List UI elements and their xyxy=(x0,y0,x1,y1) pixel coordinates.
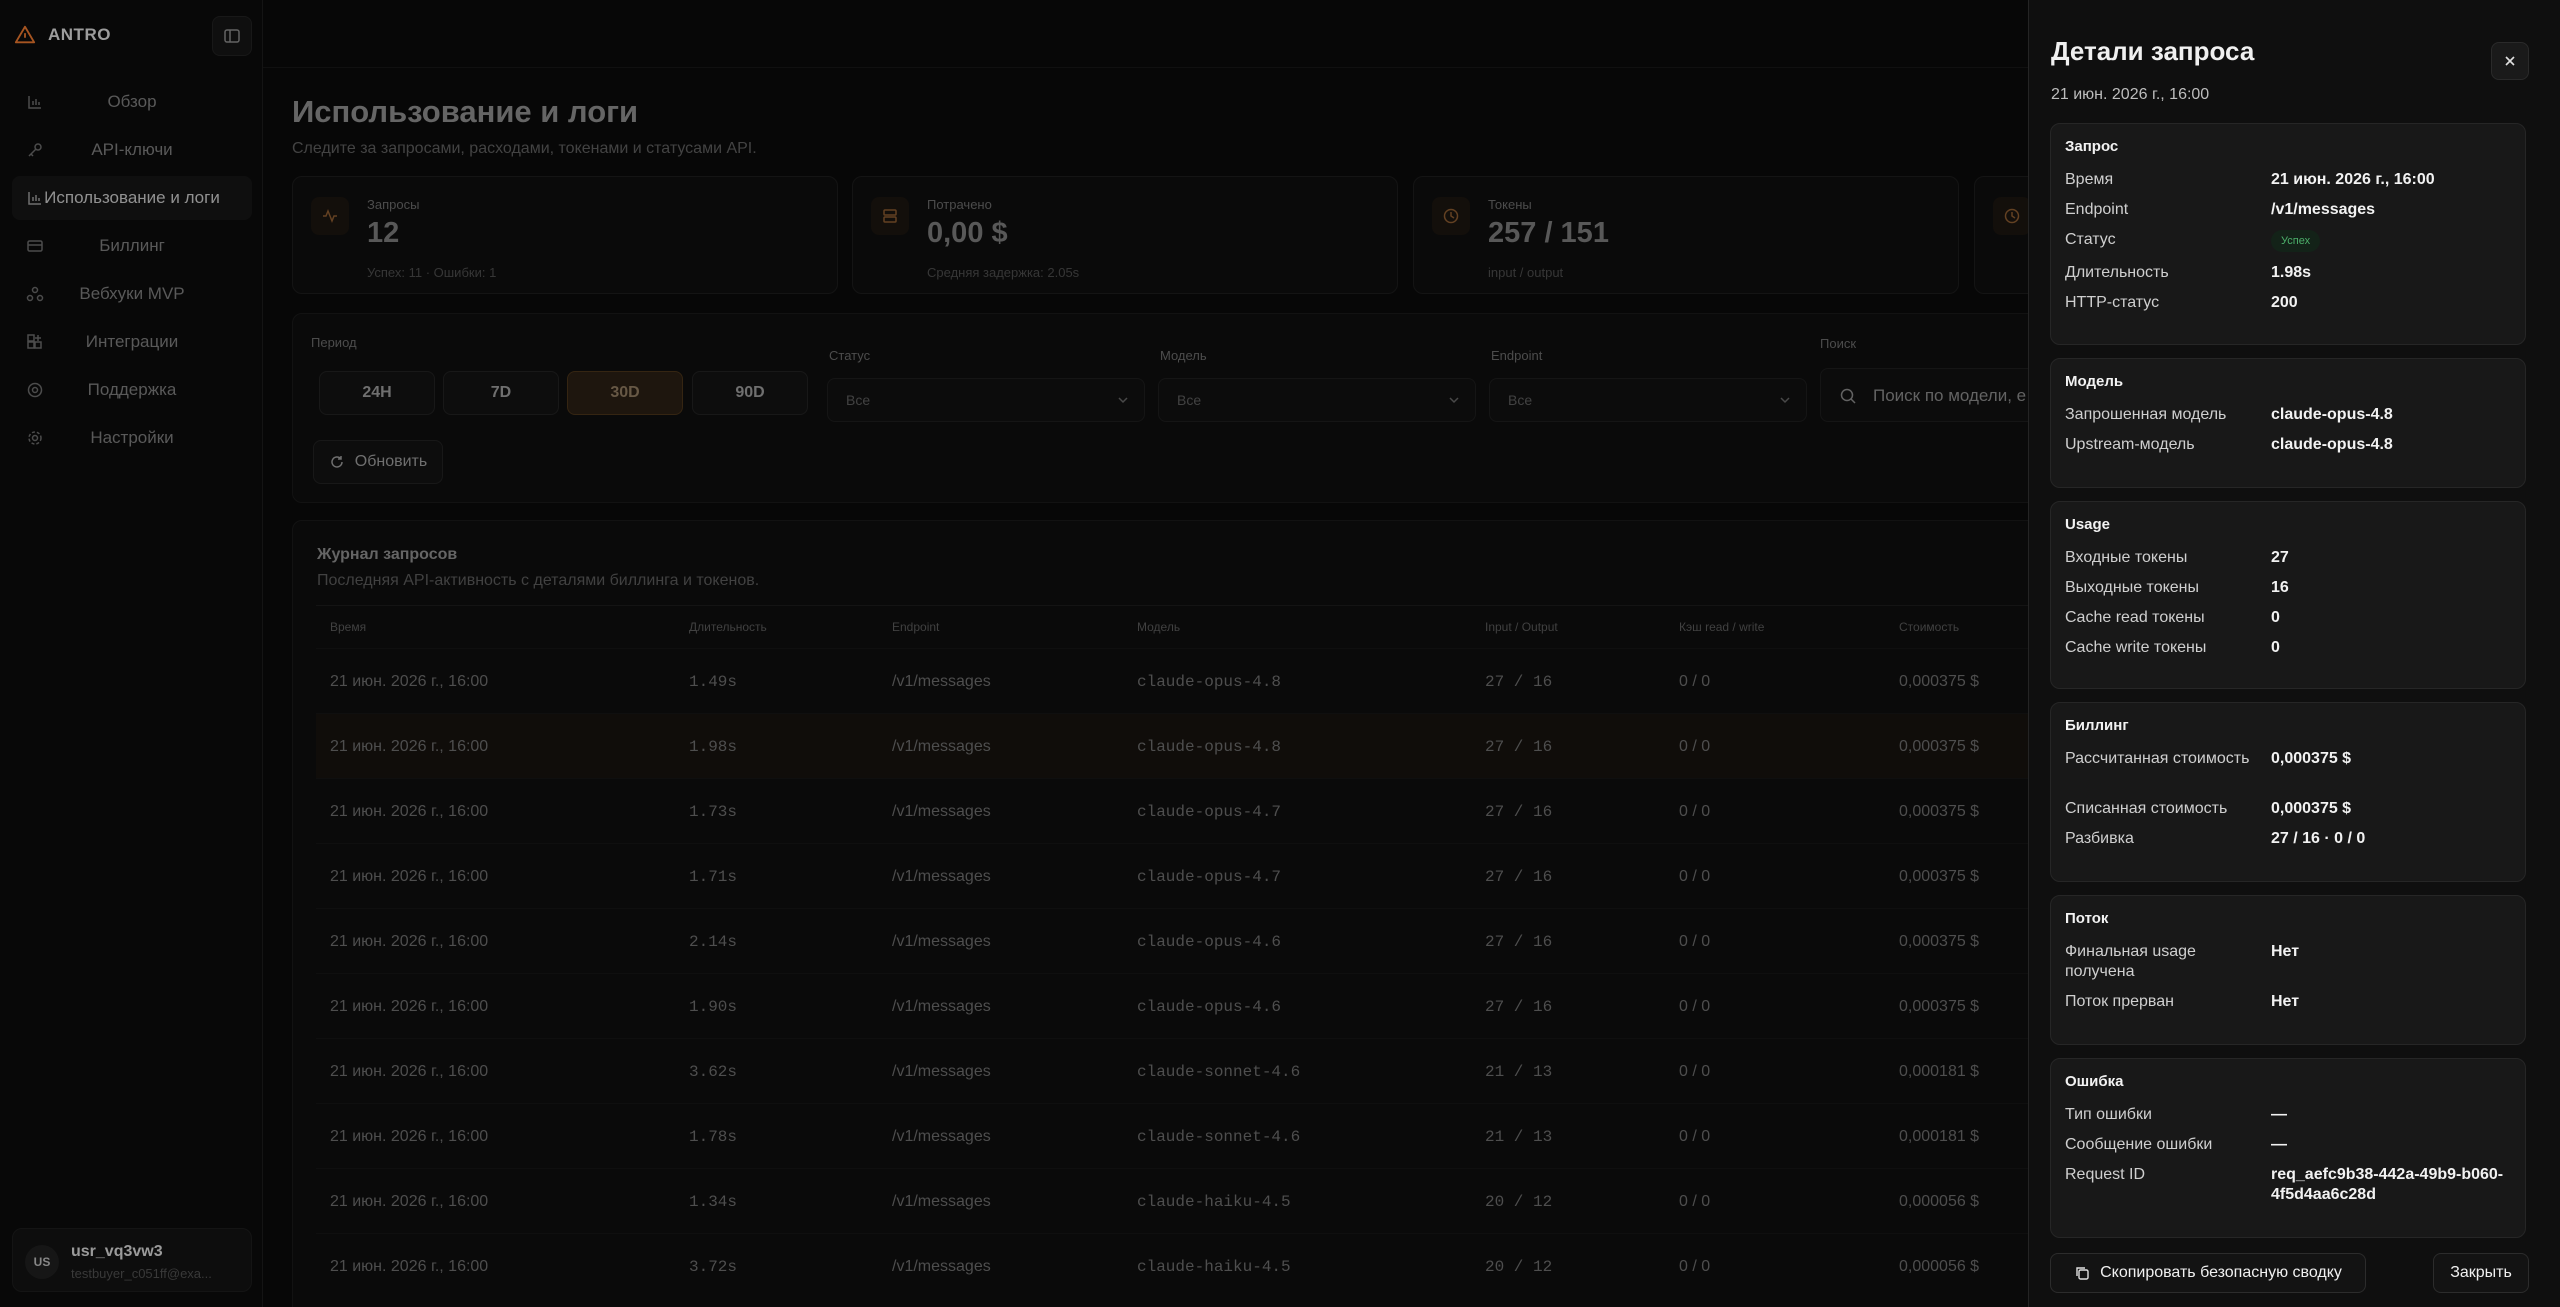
field-label: Endpoint xyxy=(2065,201,2129,218)
section-title: Биллинг xyxy=(2065,717,2129,734)
field-value: 0,000375 $ xyxy=(2271,800,2352,817)
modal-overlay[interactable] xyxy=(0,0,2028,1307)
field-value: 1.98s xyxy=(2271,264,2312,281)
field-label: Рассчитанная стоимость xyxy=(2065,750,2250,767)
field-value: — xyxy=(2271,1106,2287,1123)
field-value: — xyxy=(2271,1136,2287,1153)
field-value: 27 xyxy=(2271,549,2289,566)
field-label: Поток прерван xyxy=(2065,993,2174,1010)
close-icon xyxy=(2505,56,2515,66)
field-label: Выходные токены xyxy=(2065,579,2200,596)
panel-title: Детали запроса xyxy=(2051,36,2255,66)
section-title: Модель xyxy=(2065,373,2124,390)
section-title: Запрос xyxy=(2065,138,2119,155)
field-value: 0 xyxy=(2271,609,2280,626)
field-label: Списанная стоимость xyxy=(2065,800,2228,817)
field-value: claude-opus-4.8 xyxy=(2271,436,2393,453)
field-label: Upstream-модель xyxy=(2065,436,2195,453)
close-button[interactable]: Закрыть xyxy=(2433,1253,2529,1293)
field-label: Статус xyxy=(2065,231,2116,248)
copy-summary-button[interactable]: Скопировать безопасную сводку xyxy=(2050,1253,2366,1293)
field-value: /v1/messages xyxy=(2271,201,2376,218)
field-label: Время xyxy=(2065,171,2114,188)
section-title: Ошибка xyxy=(2065,1073,2124,1090)
field-value: Нет xyxy=(2271,943,2300,960)
status-badge: Успех xyxy=(2271,230,2321,252)
field-value: 16 xyxy=(2271,579,2289,596)
field-label: Входные токены xyxy=(2065,549,2188,566)
field-value: 21 июн. 2026 г., 16:00 xyxy=(2271,171,2435,188)
field-label: Финальная usage получена xyxy=(2065,943,2196,980)
field-label: Cache read токены xyxy=(2065,609,2205,626)
section-billing: Биллинг Рассчитанная стоимость 0,000375 … xyxy=(2050,702,2526,882)
request-details-panel: Детали запроса 21 июн. 2026 г., 16:00 За… xyxy=(2028,0,2560,1307)
section-title: Поток xyxy=(2065,910,2109,927)
field-value: 0 xyxy=(2271,639,2280,656)
section-stream: Поток Финальная usage получена Нет Поток… xyxy=(2050,895,2526,1045)
field-label: Request ID xyxy=(2065,1166,2146,1183)
field-value: 27 / 16 · 0 / 0 xyxy=(2271,830,2366,847)
app-root: ANTRO Обзор API-ключи Использование и ло… xyxy=(0,0,2560,1307)
field-value: 0,000375 $ xyxy=(2271,750,2352,767)
copy-summary-label: Скопировать безопасную сводку xyxy=(2100,1264,2342,1281)
section-title: Usage xyxy=(2065,516,2111,533)
request-id-value: req_aefc9b38-442a-49b9-b060-4f5d4aa6c28d xyxy=(2271,1166,2504,1203)
field-label: Тип ошибки xyxy=(2065,1106,2152,1123)
field-label: Разбивка xyxy=(2065,830,2134,847)
section-usage: Usage Входные токены 27 Выходные токены … xyxy=(2050,501,2526,689)
section-request: Запрос Время 21 июн. 2026 г., 16:00 Endp… xyxy=(2050,123,2526,345)
field-value: 200 xyxy=(2271,294,2298,311)
copy-icon xyxy=(2076,1267,2089,1280)
field-label: HTTP-статус xyxy=(2065,294,2160,311)
panel-date: 21 июн. 2026 г., 16:00 xyxy=(2051,86,2210,103)
close-panel-button[interactable] xyxy=(2491,42,2529,80)
field-value: Нет xyxy=(2271,993,2300,1010)
field-label: Сообщение ошибки xyxy=(2065,1136,2213,1153)
field-label: Cache write токены xyxy=(2065,639,2207,656)
section-model: Модель Запрошенная модель claude-opus-4.… xyxy=(2050,358,2526,488)
field-label: Запрошенная модель xyxy=(2065,406,2227,423)
field-value: claude-opus-4.8 xyxy=(2271,406,2393,423)
field-label: Длительность xyxy=(2065,264,2169,281)
section-error: Ошибка Тип ошибки — Сообщение ошибки — R… xyxy=(2050,1058,2526,1238)
